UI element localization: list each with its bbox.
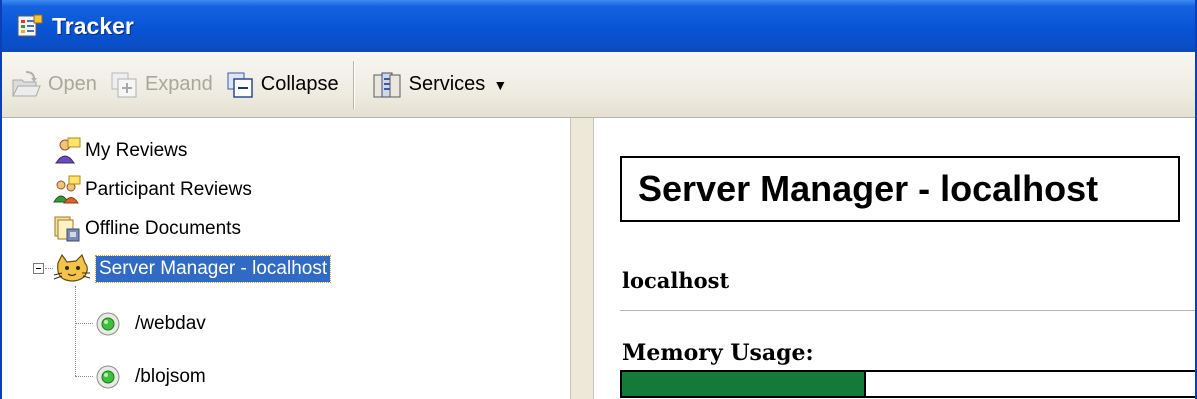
tree-item-server-manager[interactable]: Server Manager - localhost [52, 253, 332, 285]
open-folder-icon [12, 70, 41, 96]
title-bar[interactable]: Tracker [2, 0, 1195, 52]
memory-usage-bar [620, 370, 1195, 398]
status-ok-icon [96, 312, 120, 336]
expand-icon [111, 72, 137, 97]
pane-splitter[interactable] [571, 118, 593, 399]
tree-item-webdav[interactable]: /webdav [94, 310, 209, 338]
tree-item-offline-documents[interactable]: Offline Documents [52, 214, 244, 244]
tree-connector [75, 286, 76, 376]
host-heading: localhost [622, 268, 730, 293]
app-window: Tracker Open Expand Collapse Services ▼ … [0, 0, 1197, 399]
page-header: Server Manager - localhost [620, 156, 1180, 222]
expand-label: Expand [144, 73, 213, 95]
memory-usage-heading: Memory Usage: [622, 340, 814, 366]
tree-item-participant-reviews[interactable]: Participant Reviews [52, 175, 255, 205]
divider [620, 310, 1195, 311]
tree-item-label: Offline Documents [85, 218, 241, 239]
toolbar-separator [352, 60, 355, 109]
services-label: Services [408, 73, 486, 95]
offline-docs-icon [54, 216, 80, 242]
status-ok-icon [96, 365, 120, 389]
tree-item-label: My Reviews [85, 140, 188, 161]
content-pane: Server Manager - localhost localhost Mem… [593, 118, 1195, 399]
tree-item-my-reviews[interactable]: My Reviews [52, 136, 190, 166]
page-title: Server Manager - localhost [638, 168, 1099, 209]
collapse-toggle[interactable] [33, 263, 44, 274]
open-label: Open [48, 73, 97, 95]
chevron-down-icon: ▼ [493, 76, 508, 93]
services-dropdown[interactable]: Services ▼ [367, 63, 512, 107]
tree-item-blojsom[interactable]: /blojsom [94, 363, 209, 391]
tree-item-label: Server Manager - localhost [94, 255, 332, 283]
collapse-icon [227, 72, 253, 98]
open-button[interactable]: Open [6, 63, 101, 107]
reviews-icon [55, 137, 81, 164]
collapse-button[interactable]: Collapse [221, 63, 343, 107]
participants-icon [53, 175, 81, 204]
tree-item-label: /webdav [135, 313, 206, 334]
window-title: Tracker [52, 12, 134, 39]
collapse-label: Collapse [260, 73, 339, 95]
navigation-tree[interactable]: My Reviews Participant Reviews Offline D… [2, 118, 571, 399]
expand-button[interactable]: Expand [105, 63, 217, 107]
memory-usage-fill [622, 372, 867, 396]
tree-item-label: /blojsom [135, 366, 206, 387]
toolbar: Open Expand Collapse Services ▼ [2, 52, 1195, 118]
tomcat-icon [53, 253, 91, 282]
tree-item-label: Participant Reviews [85, 179, 252, 200]
tree-connector [75, 323, 93, 324]
tracker-app-icon [17, 14, 43, 37]
services-icon [373, 72, 401, 97]
tree-connector [75, 376, 93, 377]
